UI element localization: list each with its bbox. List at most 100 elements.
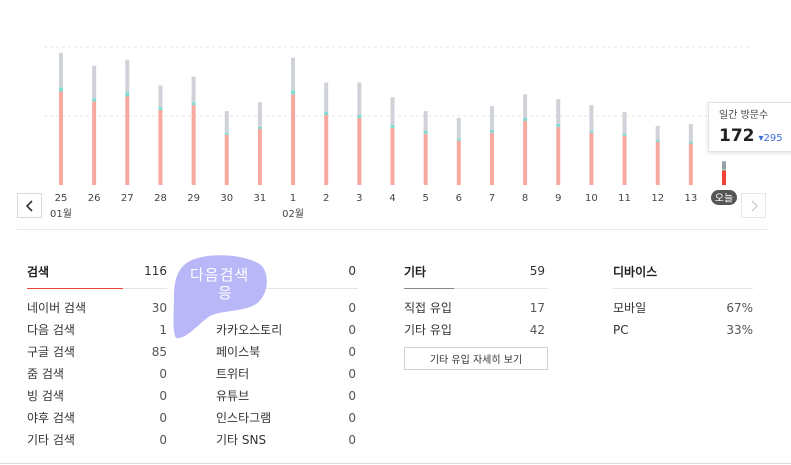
bar-segment[interactable] (257, 102, 262, 127)
bar-segment[interactable] (59, 91, 63, 185)
bar-segment[interactable] (191, 76, 196, 103)
selected-tick-label: 오늘 (711, 190, 737, 205)
bar-segment[interactable] (523, 94, 528, 118)
bar-segment[interactable] (423, 130, 428, 134)
stat-row-value: 0 (159, 367, 167, 381)
stat-row-value: 0 (348, 367, 356, 381)
bar-segment[interactable] (357, 82, 362, 116)
bar-segment[interactable] (622, 133, 627, 136)
bar-segment[interactable] (224, 134, 229, 185)
bar-segment[interactable] (224, 132, 229, 135)
bar-segment[interactable] (456, 117, 461, 139)
stat-row: 빙 검색 0 (27, 388, 167, 410)
stat-row-value: 67% (726, 301, 753, 315)
etc-stats-total: 59 (529, 264, 545, 278)
bar-segment[interactable] (556, 99, 561, 124)
bar-segment[interactable] (390, 97, 395, 125)
bar-segment[interactable] (92, 101, 97, 185)
bar-segment[interactable] (556, 123, 561, 127)
stat-row-value: 30 (151, 301, 167, 315)
stat-row: 페이스북 0 (216, 344, 356, 366)
tick-label: 7 (489, 193, 495, 204)
bar-segment[interactable] (523, 117, 528, 121)
bar-segment[interactable] (722, 169, 726, 171)
bar-segment[interactable] (324, 115, 329, 185)
bar-segment[interactable] (390, 127, 395, 185)
stat-row-label: 인스타그램 (216, 411, 272, 425)
stat-row-label: 야후 검색 (27, 411, 75, 425)
tick-label: 9 (555, 193, 561, 204)
bar-segment[interactable] (158, 85, 163, 108)
bar-segment[interactable] (191, 105, 196, 185)
bar-segment[interactable] (257, 128, 262, 185)
stat-row-value: 33% (726, 323, 753, 337)
bar-segment[interactable] (125, 96, 130, 185)
stat-row-value: 0 (348, 323, 356, 337)
bar-segment[interactable] (622, 135, 627, 185)
bar-segment[interactable] (357, 117, 362, 185)
bar-segment[interactable] (357, 115, 362, 118)
bar-segment[interactable] (92, 98, 97, 102)
tick-label: 26 (88, 193, 101, 204)
tick-label: 2 (323, 193, 329, 204)
search-stats: 검색 116 네이버 검색 30 다음 검색 1 구글 검색 85 줌 검색 0 빙 검색 0 야후… (27, 262, 167, 454)
stat-row: 야후 검색 0 (27, 410, 167, 432)
etc-inflow-detail-button[interactable]: 기타 유입 자세히 보기 (404, 347, 548, 370)
stat-row: 기타 검색 0 (27, 432, 167, 454)
bar-segment[interactable] (390, 124, 395, 128)
bar-segment[interactable] (688, 123, 693, 142)
bar-segment[interactable] (92, 65, 97, 99)
bar-segment[interactable] (324, 82, 329, 113)
month-label: 01월 (50, 208, 72, 220)
tick-label: 10 (585, 193, 598, 204)
stat-row-value: 42 (529, 323, 545, 337)
bar-segment[interactable] (722, 161, 726, 170)
stat-row-value: 0 (348, 389, 356, 403)
bar-segment[interactable] (324, 112, 329, 116)
stat-row-label: 구글 검색 (27, 345, 75, 359)
bar-segment[interactable] (489, 106, 494, 130)
bar-segment[interactable] (688, 143, 693, 185)
bar-segment[interactable] (589, 130, 594, 133)
bar-segment[interactable] (257, 126, 262, 129)
bar-segment[interactable] (191, 102, 196, 106)
bar-segment[interactable] (291, 90, 296, 95)
bar-segment[interactable] (556, 126, 561, 185)
search-stats-title: 검색 (27, 264, 50, 279)
stat-row-value: 0 (348, 411, 356, 425)
bar-segment[interactable] (622, 112, 627, 134)
bar-segment[interactable] (125, 59, 130, 93)
bar-segment[interactable] (688, 141, 693, 144)
bar-segment[interactable] (589, 132, 594, 185)
tooltip-value: 172 (719, 126, 755, 146)
bar-segment[interactable] (59, 87, 63, 92)
etc-stats-title: 기타 (404, 264, 427, 279)
bar-segment[interactable] (125, 92, 130, 97)
bar-segment[interactable] (291, 94, 296, 185)
prev-period-button[interactable] (17, 193, 42, 218)
next-period-button[interactable] (741, 193, 766, 218)
stat-row-value: 0 (159, 389, 167, 403)
bar-segment[interactable] (523, 120, 528, 185)
tick-label: 31 (254, 193, 267, 204)
bar-segment[interactable] (655, 141, 660, 185)
bar-segment[interactable] (655, 139, 660, 142)
tick-label: 3 (356, 193, 362, 204)
stat-row: 구글 검색 85 (27, 344, 167, 366)
bar-segment[interactable] (291, 57, 296, 91)
tick-label: 8 (522, 193, 528, 204)
bar-segment[interactable] (655, 125, 660, 140)
bar-segment[interactable] (423, 111, 428, 131)
bar-segment[interactable] (456, 138, 461, 141)
bar-segment[interactable] (423, 133, 428, 185)
bar-segment[interactable] (722, 170, 726, 185)
bar-segment[interactable] (489, 129, 494, 133)
bar-segment[interactable] (589, 105, 594, 131)
bar-segment[interactable] (59, 52, 63, 88)
bar-segment[interactable] (456, 140, 461, 185)
bar-segment[interactable] (158, 110, 163, 185)
bar-segment[interactable] (489, 132, 494, 185)
bar-segment[interactable] (158, 107, 163, 111)
tick-label: 6 (456, 193, 462, 204)
bar-segment[interactable] (224, 111, 229, 133)
